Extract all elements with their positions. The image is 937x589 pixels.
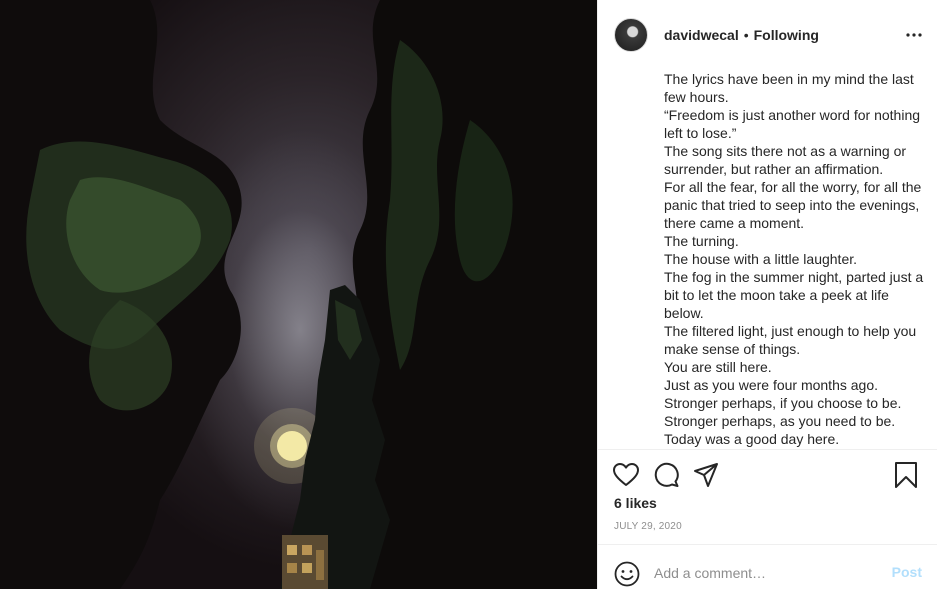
- caption-line: Stronger perhaps, if you choose to be.: [664, 395, 902, 411]
- caption-line: The song sits there not as a warning or …: [664, 143, 907, 177]
- caption-clip: The lyrics have been in my mind the last…: [598, 70, 937, 449]
- username-link[interactable]: davidwecal: [664, 27, 739, 43]
- caption-line: The filtered light, just enough to help …: [664, 323, 917, 357]
- avatar[interactable]: [614, 18, 648, 52]
- comment-button[interactable]: [652, 461, 680, 489]
- post-photo[interactable]: [0, 0, 597, 589]
- comment-input[interactable]: [654, 562, 874, 584]
- save-button[interactable]: [892, 461, 920, 489]
- separator-dot: •: [743, 27, 749, 43]
- caption-line: For all the fear, for all the worry, for…: [664, 179, 922, 231]
- more-options-button[interactable]: [902, 27, 926, 43]
- post-date[interactable]: JULY 29, 2020: [614, 521, 682, 532]
- caption-scroll-area[interactable]: The lyrics have been in my mind the last…: [598, 70, 937, 449]
- more-options-icon: [906, 33, 922, 37]
- heart-icon: [613, 463, 639, 486]
- smiley-icon: [614, 561, 640, 587]
- caption-line: Today was a good day here.: [664, 431, 840, 447]
- caption-line: Stronger perhaps, as you need to be.: [664, 413, 896, 429]
- comment-form: Post: [598, 545, 937, 589]
- caption-text: The lyrics have been in my mind the last…: [664, 70, 926, 448]
- paper-plane-icon: [694, 463, 718, 487]
- like-button[interactable]: [612, 461, 640, 489]
- likes-count[interactable]: 6 likes: [614, 495, 657, 511]
- bookmark-icon: [895, 462, 917, 488]
- post-comment-button[interactable]: Post: [892, 564, 922, 580]
- caption-line: The turning.: [664, 233, 739, 249]
- post-modal: davidwecal • Following The lyrics have b…: [0, 0, 937, 589]
- caption-line: Just as you were four months ago.: [664, 377, 878, 393]
- night-moon-trees-image: [0, 0, 597, 589]
- share-button[interactable]: [692, 461, 720, 489]
- caption-line: “Freedom is just another word for nothin…: [664, 107, 921, 141]
- post-header: davidwecal • Following: [598, 0, 937, 70]
- action-bar: [598, 459, 937, 493]
- following-button[interactable]: Following: [754, 27, 819, 43]
- post-side-panel: davidwecal • Following The lyrics have b…: [597, 0, 937, 589]
- caption-line: The house with a little laughter.: [664, 251, 858, 267]
- divider: [598, 449, 937, 450]
- emoji-button[interactable]: [614, 561, 640, 587]
- caption-line: The lyrics have been in my mind the last…: [664, 71, 914, 105]
- caption-line: You are still here.: [664, 359, 772, 375]
- caption-line: The fog in the summer night, parted just…: [664, 269, 924, 321]
- comment-bubble-icon: [654, 462, 679, 487]
